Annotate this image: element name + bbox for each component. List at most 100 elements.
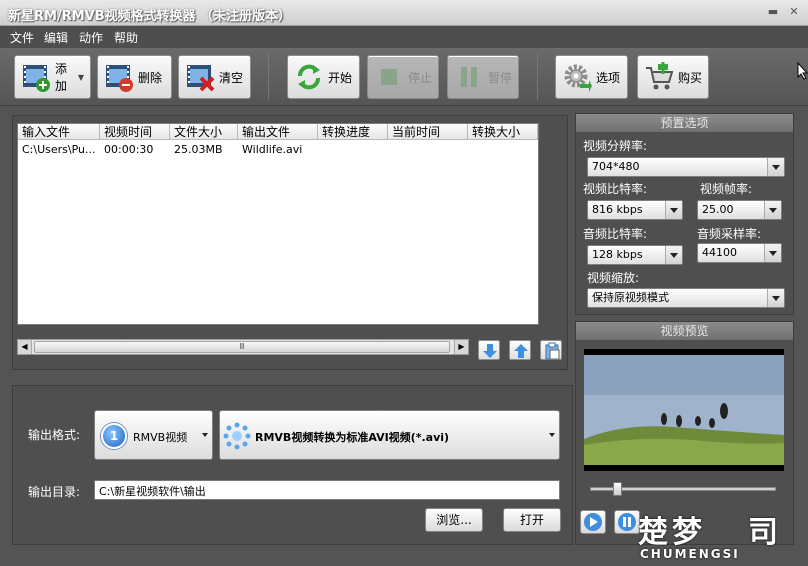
buy-button[interactable]: 购买 <box>637 55 709 99</box>
chevron-down-icon <box>764 201 781 219</box>
resolution-label: 视频分辨率: <box>583 139 648 153</box>
buy-label: 购买 <box>678 70 703 85</box>
table-cell <box>468 142 538 158</box>
output-format-label: 输出格式: <box>28 428 81 442</box>
chevron-down-icon: ▼ <box>77 72 84 82</box>
chevron-down-icon <box>202 433 208 437</box>
stop-button[interactable]: 停止 <box>367 55 439 99</box>
clear-label: 清空 <box>219 70 244 85</box>
pause-preview-button[interactable] <box>614 510 640 534</box>
refresh-icon <box>294 62 324 92</box>
options-label: 选项 <box>596 70 621 85</box>
film-add-icon <box>21 62 51 92</box>
audio-bitrate-label: 音频比特率: <box>583 227 648 241</box>
table-cell <box>388 142 468 158</box>
toolbar-separator <box>268 54 269 100</box>
pause-button[interactable]: 暂停 <box>447 55 519 99</box>
stop-label: 停止 <box>408 70 433 85</box>
sample-rate-label: 音频采样率: <box>697 227 762 241</box>
stop-icon <box>374 62 404 92</box>
output-dir-input[interactable]: C:\新星视频软件\输出 <box>94 480 560 500</box>
watermark-logo: 楚梦 司 CHUMENGSI <box>638 507 806 565</box>
delete-label: 删除 <box>138 70 163 85</box>
output-format-select[interactable]: 1 RMVB视频 <box>94 410 213 460</box>
frame-rate-select[interactable]: 25.00 <box>697 200 782 220</box>
column-header[interactable]: 转换进度 <box>318 124 388 140</box>
arrow-down-icon <box>483 344 497 358</box>
format-badge-icon: 1 <box>101 423 127 449</box>
sample-rate-select[interactable]: 44100 <box>697 243 782 263</box>
scroll-thumb[interactable]: Ⅲ <box>34 341 450 353</box>
audio-bitrate-value: 128 kbps <box>592 248 643 261</box>
output-profile-select[interactable]: RMVB视频转换为标准AVI视频(*.avi) <box>219 410 560 460</box>
scroll-right-icon[interactable]: ▶ <box>454 340 468 354</box>
play-button[interactable] <box>580 510 606 534</box>
audio-bitrate-select[interactable]: 128 kbps <box>587 245 683 265</box>
menu-edit[interactable]: 编辑 <box>44 29 68 46</box>
sample-rate-value: 44100 <box>702 246 737 259</box>
column-header[interactable]: 视频时间 <box>100 124 170 140</box>
seek-thumb[interactable] <box>613 482 622 496</box>
resolution-select[interactable]: 704*480 <box>587 157 785 177</box>
table-cell: 00:00:30 <box>104 143 154 156</box>
output-dir-label: 输出目录: <box>28 485 81 499</box>
chevron-down-icon <box>767 289 784 307</box>
column-header[interactable]: 输出文件 <box>238 124 318 140</box>
watermark-en: CHUMENGSI <box>640 547 740 561</box>
column-header[interactable]: 文件大小 <box>170 124 238 140</box>
sparkle-dots-icon <box>223 422 251 450</box>
scroll-left-icon[interactable]: ◀ <box>18 340 32 354</box>
move-up-button[interactable] <box>509 340 531 360</box>
column-header[interactable]: 当前时间 <box>388 124 468 140</box>
options-button[interactable]: 选项 <box>555 55 628 99</box>
add-button[interactable]: 添加 ▼ <box>14 55 91 99</box>
file-table[interactable]: 输入文件 视频时间 文件大小 输出文件 转换进度 当前时间 转换大小 C:\Us… <box>17 123 539 325</box>
arrow-up-icon <box>514 344 528 358</box>
chevron-down-icon <box>549 433 555 437</box>
column-header[interactable]: 输入文件 <box>18 124 100 140</box>
chevron-down-icon <box>767 158 784 176</box>
output-profile-value: RMVB视频转换为标准AVI视频(*.avi) <box>255 431 450 444</box>
video-preview <box>584 349 784 471</box>
add-label: 添加 <box>55 62 68 93</box>
minimize-button[interactable]: ▬ <box>766 6 780 18</box>
preview-title: 视频预览 <box>576 322 793 340</box>
gear-icon <box>562 62 592 92</box>
browse-button[interactable]: 浏览... <box>425 508 483 532</box>
paste-button[interactable] <box>540 340 562 360</box>
open-button[interactable]: 打开 <box>503 508 561 532</box>
film-remove-icon <box>104 62 134 92</box>
scale-select[interactable]: 保持原视频模式 <box>587 288 785 308</box>
move-down-button[interactable] <box>478 340 500 360</box>
horizontal-scrollbar[interactable]: ◀ Ⅲ ▶ <box>17 339 469 355</box>
preview-image <box>584 349 784 471</box>
pause-icon <box>618 513 636 531</box>
clipboard-icon <box>545 342 560 360</box>
column-header[interactable]: 转换大小 <box>468 124 538 140</box>
pause-label: 暂停 <box>488 70 513 85</box>
table-row[interactable]: C:\Users\Pu... 00:00:30 25.03MB Wildlife… <box>18 142 538 158</box>
menu-file[interactable]: 文件 <box>10 29 34 46</box>
clear-button[interactable]: 清空 <box>178 55 251 99</box>
menu-action[interactable]: 动作 <box>79 29 103 46</box>
play-icon <box>584 513 602 531</box>
table-cell: C:\Users\Pu... <box>22 143 96 156</box>
menu-help[interactable]: 帮助 <box>114 29 138 46</box>
pause-icon <box>454 62 484 92</box>
close-button[interactable]: ✕ <box>787 6 801 18</box>
table-cell: Wildlife.avi <box>242 143 303 156</box>
shopping-cart-icon <box>644 62 674 92</box>
chevron-down-icon <box>665 201 682 219</box>
frame-rate-label: 视频帧率: <box>700 182 753 196</box>
window-title: 新星RM/RMVB视频格式转换器 （未注册版本） <box>8 9 292 24</box>
start-button[interactable]: 开始 <box>287 55 360 99</box>
table-cell <box>318 142 388 158</box>
mouse-cursor-icon <box>797 62 808 80</box>
toolbar-separator <box>537 54 538 100</box>
delete-button[interactable]: 删除 <box>97 55 172 99</box>
resolution-value: 704*480 <box>592 160 640 173</box>
video-bitrate-value: 816 kbps <box>592 203 643 216</box>
video-bitrate-select[interactable]: 816 kbps <box>587 200 683 220</box>
watermark-cn: 楚梦 <box>638 515 706 550</box>
watermark-suffix: 司 <box>748 515 778 550</box>
